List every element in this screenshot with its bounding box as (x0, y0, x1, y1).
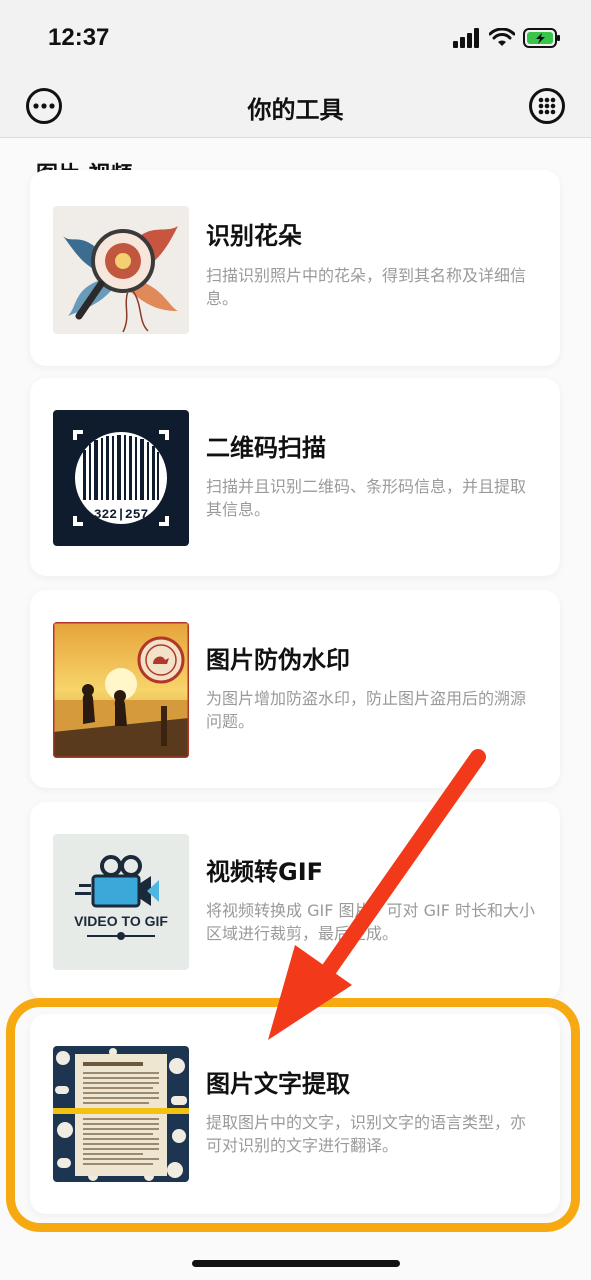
wifi-icon (489, 28, 515, 46)
tool-card-watermark[interactable]: 图片防伪水印 为图片增加防盗水印，防止图片盗用后的溯源问题。 (30, 590, 560, 788)
screen: 12:37 你的工具 识别花朵 扫描识别照片中的花朵，得到其名称及详细信息。 3… (0, 0, 591, 1280)
tool-card-flower[interactable]: 识别花朵 扫描识别照片中的花朵，得到其名称及详细信息。 (30, 170, 560, 366)
tool-description: 扫描并且识别二维码、条形码信息，并且提取其信息。 (206, 477, 527, 519)
battery-charging-icon (523, 28, 560, 48)
grid-menu-button[interactable] (529, 88, 565, 124)
barcode-number: 322|257 (94, 507, 149, 522)
sunset-watermark-thumbnail (53, 622, 189, 758)
tool-description: 为图片增加防盗水印，防止图片盗用后的溯源问题。 (206, 689, 527, 731)
nav-bar: 你的工具 (0, 78, 591, 138)
tool-title: 识别花朵 (206, 222, 302, 250)
tool-description: 扫描识别照片中的花朵，得到其名称及详细信息。 (206, 266, 527, 308)
grid-dots-icon (538, 97, 556, 115)
signal-icon (453, 28, 479, 48)
tool-title: 二维码扫描 (206, 434, 326, 462)
home-indicator[interactable] (192, 1260, 400, 1267)
flower-magnifier-thumbnail (53, 206, 189, 334)
tool-description: 提取图片中的文字，识别文字的语言类型，亦可对识别的文字进行翻译。 (206, 1113, 527, 1155)
tool-title: 视频转GIF (206, 858, 324, 886)
video-to-gif-thumbnail: VIDEO TO GIF (53, 834, 189, 970)
status-bar: 12:37 (0, 0, 591, 78)
tool-card-image-text-extraction[interactable]: 图片文字提取 提取图片中的文字，识别文字的语言类型，亦可对识别的文字进行翻译。 (30, 1014, 560, 1214)
tool-title: 图片文字提取 (206, 1070, 350, 1098)
video-to-gif-logo-text: VIDEO TO GIF (74, 913, 168, 929)
status-icons (453, 26, 561, 50)
barcode-thumbnail: 322|257 (53, 410, 189, 546)
tool-card-video-to-gif[interactable]: VIDEO TO GIF 视频转GIF 将视频转换成 GIF 图片，可对 GIF… (30, 802, 560, 1000)
status-time: 12:37 (48, 24, 110, 51)
tool-title: 图片防伪水印 (206, 646, 350, 674)
page-title: 你的工具 (247, 96, 344, 124)
tool-card-qr-scan[interactable]: 322|257 二维码扫描 扫描并且识别二维码、条形码信息，并且提取其信息。 (30, 378, 560, 576)
tool-description: 将视频转换成 GIF 图片，可对 GIF 时长和大小区域进行裁剪，最后生成。 (206, 901, 535, 943)
document-scan-thumbnail (53, 1046, 189, 1182)
